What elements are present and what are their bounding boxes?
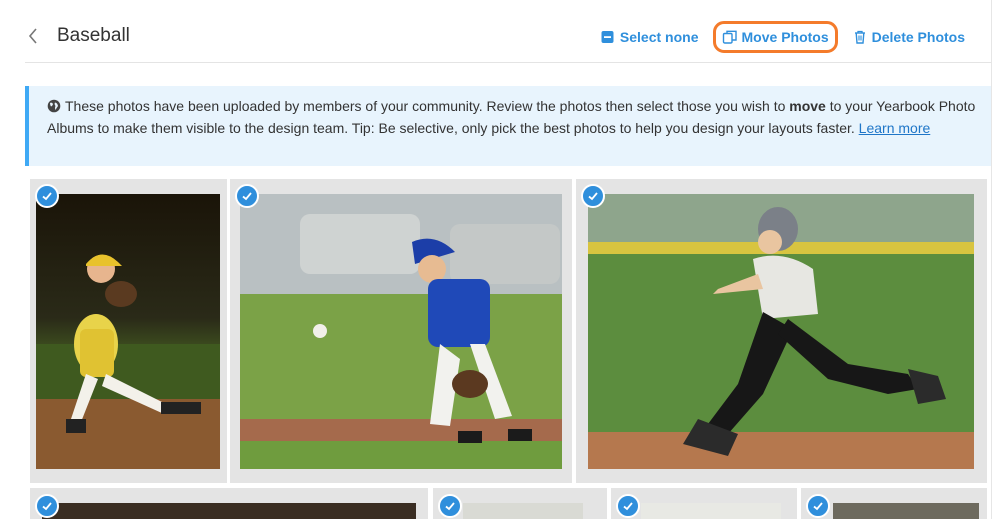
learn-more-link[interactable]: Learn more <box>859 120 931 136</box>
selected-check-icon[interactable] <box>438 494 462 518</box>
back-button[interactable] <box>25 25 43 47</box>
page-title: Baseball <box>57 25 130 46</box>
selected-check-icon[interactable] <box>35 494 59 518</box>
copy-icon <box>722 29 738 45</box>
selected-check-icon[interactable] <box>35 184 59 208</box>
photo-card[interactable] <box>801 488 987 519</box>
photo-image <box>42 503 416 519</box>
photo-image <box>240 194 562 469</box>
trash-icon <box>852 29 868 45</box>
notice-bold-word: move <box>789 98 826 114</box>
minus-square-icon <box>600 29 616 45</box>
select-none-button[interactable]: Select none <box>600 29 699 45</box>
page-header: Baseball Select none Move Photos Delete … <box>25 16 991 63</box>
photo-card[interactable] <box>433 488 607 519</box>
select-none-label: Select none <box>619 29 699 45</box>
info-notice: These photos have been uploaded by membe… <box>25 86 991 166</box>
photo-card[interactable] <box>30 179 227 483</box>
photo-card[interactable] <box>30 488 428 519</box>
photo-image <box>463 503 583 519</box>
selected-check-icon[interactable] <box>616 494 640 518</box>
selected-check-icon[interactable] <box>806 494 830 518</box>
photo-image <box>833 503 979 519</box>
selected-check-icon[interactable] <box>235 184 259 208</box>
photo-card[interactable] <box>611 488 797 519</box>
photo-image <box>588 194 974 469</box>
chevron-left-icon <box>28 28 37 44</box>
move-photos-button[interactable]: Move Photos <box>712 21 838 53</box>
notice-text-start: These photos have been uploaded by membe… <box>65 98 790 114</box>
globe-icon <box>47 98 61 113</box>
header-actions: Select none Move Photos Delete Photos <box>600 21 965 53</box>
delete-photos-button[interactable]: Delete Photos <box>852 29 965 45</box>
photo-image <box>641 503 781 519</box>
photo-card[interactable] <box>576 179 987 483</box>
delete-photos-label: Delete Photos <box>871 29 965 45</box>
photo-image <box>36 194 220 469</box>
photo-card[interactable] <box>230 179 572 483</box>
move-photos-label: Move Photos <box>741 29 829 45</box>
selected-check-icon[interactable] <box>581 184 605 208</box>
